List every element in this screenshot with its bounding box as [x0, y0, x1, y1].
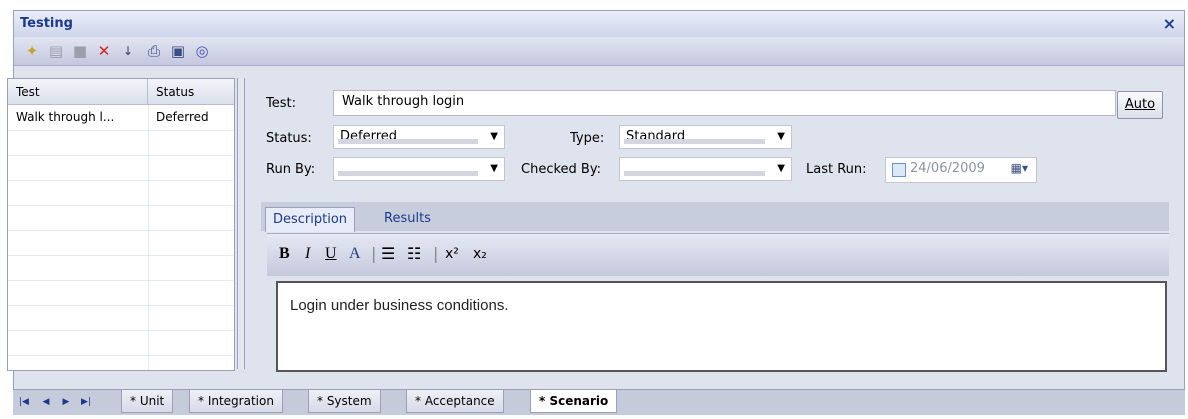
bottom-tab-bar: |◀ ◀ ▶ ▶| * Unit * Integration * System …: [13, 389, 1185, 415]
lastrun-date-picker[interactable]: 24/06/2009 ▦▾: [885, 157, 1037, 183]
superscript-button[interactable]: x²: [445, 242, 459, 266]
column-header-status[interactable]: Status: [148, 79, 234, 105]
runby-label: Run By:: [266, 162, 316, 177]
auto-button[interactable]: Auto: [1117, 91, 1163, 119]
bold-button[interactable]: B: [279, 242, 290, 266]
detail-tabs: Description Results: [261, 202, 1169, 232]
properties-icon[interactable]: ▣: [168, 41, 188, 61]
chevron-down-icon: ▼: [490, 131, 498, 142]
separator: |: [433, 244, 439, 263]
tab-acceptance[interactable]: * Acceptance: [406, 390, 504, 413]
prev-page-icon[interactable]: ◀: [39, 394, 53, 410]
tab-integration[interactable]: * Integration: [189, 390, 283, 413]
tab-system[interactable]: * System: [308, 390, 381, 413]
italic-button[interactable]: I: [305, 242, 310, 266]
row-divider: [8, 205, 234, 206]
test-list: Test Status Walk through l... Deferred: [7, 78, 235, 371]
delete-icon[interactable]: ✕: [94, 41, 114, 61]
subscript-button[interactable]: x₂: [473, 242, 487, 266]
print-icon[interactable]: ⎙: [144, 41, 164, 61]
next-page-icon[interactable]: ▶: [59, 394, 73, 410]
toolbar: ✦ ▤ ■ ✕ ↓ ⎙ ▣ ◎: [14, 37, 1184, 66]
numbered-list-icon[interactable]: ☷: [407, 242, 421, 266]
new-icon[interactable]: ✦: [22, 41, 42, 61]
lastrun-value: 24/06/2009: [910, 161, 985, 176]
lastrun-label: Last Run:: [806, 162, 867, 177]
copy-icon[interactable]: ■: [70, 41, 90, 61]
font-color-button[interactable]: A: [349, 242, 361, 266]
date-checkbox[interactable]: [892, 163, 906, 177]
list-item-status[interactable]: Deferred: [148, 105, 234, 130]
close-icon[interactable]: ×: [1163, 14, 1176, 33]
list-item-test[interactable]: Walk through l...: [8, 105, 148, 130]
tab-description[interactable]: Description: [265, 207, 356, 232]
row-divider: [8, 130, 234, 131]
sort-icon[interactable]: ↓: [118, 41, 138, 61]
row-divider: [8, 330, 234, 331]
row-divider: [8, 255, 234, 256]
separator: |: [371, 244, 377, 263]
tab-results[interactable]: Results: [377, 207, 438, 231]
help-icon[interactable]: ◎: [192, 41, 212, 61]
window-title: Testing: [20, 16, 73, 31]
last-page-icon[interactable]: ▶|: [79, 394, 93, 410]
tab-unit[interactable]: * Unit: [121, 390, 174, 413]
calendar-icon[interactable]: ▦▾: [1011, 161, 1028, 175]
row-divider: [8, 180, 234, 181]
combo-bar: [338, 171, 478, 176]
type-value: Standard: [626, 129, 686, 144]
combo-bar: [624, 139, 765, 144]
row-divider: [8, 155, 234, 156]
title-bar: Testing ×: [14, 11, 1184, 37]
panel-splitter[interactable]: [237, 78, 245, 369]
runby-dropdown[interactable]: ▼: [333, 157, 505, 181]
chevron-down-icon: ▼: [777, 163, 785, 174]
row-divider: [8, 230, 234, 231]
underline-button[interactable]: U: [325, 242, 337, 266]
combo-bar: [338, 139, 478, 144]
combo-bar: [624, 171, 765, 176]
row-divider: [8, 305, 234, 306]
description-editor[interactable]: Login under business conditions.: [276, 281, 1167, 372]
checkedby-label: Checked By:: [521, 162, 601, 177]
first-page-icon[interactable]: |◀: [17, 394, 31, 410]
status-label: Status:: [266, 131, 312, 146]
row-divider: [8, 355, 234, 356]
bullet-list-icon[interactable]: ☰: [381, 242, 395, 266]
save-icon[interactable]: ▤: [46, 41, 66, 61]
row-divider: [8, 280, 234, 281]
checkedby-dropdown[interactable]: ▼: [619, 157, 792, 181]
status-dropdown[interactable]: Deferred ▼: [333, 125, 505, 149]
test-name-input[interactable]: Walk through login: [333, 90, 1116, 116]
type-dropdown[interactable]: Standard ▼: [619, 125, 792, 149]
status-value: Deferred: [340, 129, 398, 144]
chevron-down-icon: ▼: [777, 131, 785, 142]
auto-button-label: Auto: [1124, 97, 1156, 112]
format-toolbar: B I U A | ☰ ☷ | x² x₂: [267, 233, 1169, 276]
column-header-test[interactable]: Test: [8, 79, 148, 105]
description-text: Login under business conditions.: [290, 297, 509, 314]
type-label: Type:: [570, 131, 605, 146]
chevron-down-icon: ▼: [490, 163, 498, 174]
tab-scenario[interactable]: * Scenario: [530, 390, 618, 413]
test-label: Test:: [266, 96, 296, 111]
